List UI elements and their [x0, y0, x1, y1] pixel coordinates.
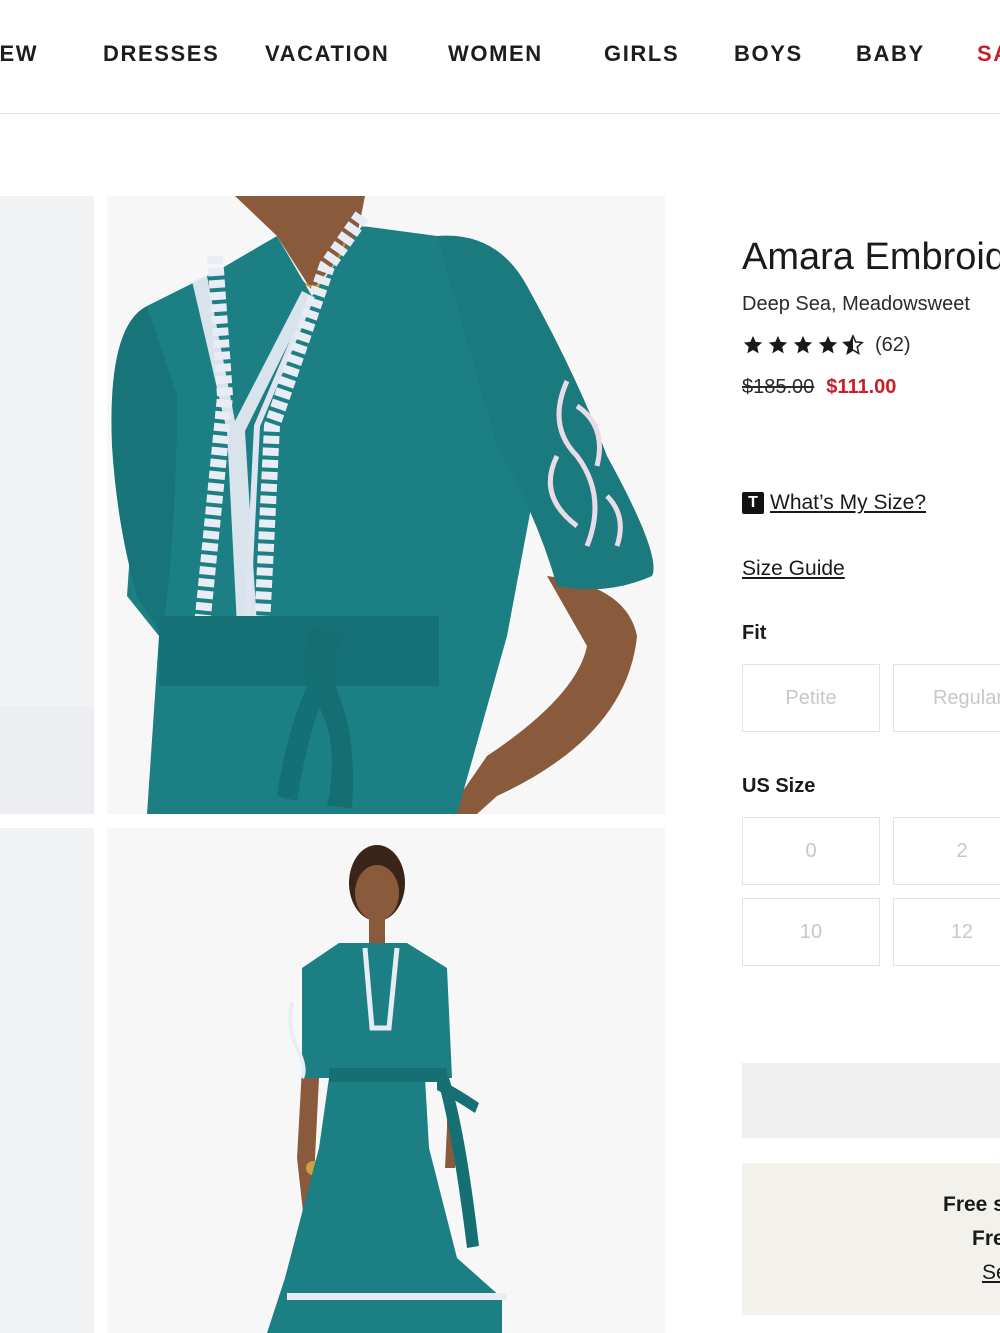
- nav-item-vacation[interactable]: VACATION: [265, 40, 389, 68]
- product-image-left-top[interactable]: [0, 196, 94, 814]
- product-title: Amara Embroidered: [742, 236, 1000, 278]
- us-size-label: US Size: [742, 775, 816, 797]
- nav-item-new[interactable]: NEW: [0, 40, 38, 68]
- fit-option-regular[interactable]: Regular: [893, 664, 1000, 732]
- nav-item-girls[interactable]: GIRLS: [604, 40, 679, 68]
- shipping-info-box: Free s Fre Se: [742, 1163, 1000, 1315]
- star-half-icon: [842, 334, 864, 355]
- fit-label: Fit: [742, 622, 767, 644]
- size-option-12[interactable]: 12: [893, 898, 1000, 966]
- shipping-line-1: Free s: [943, 1193, 1000, 1216]
- size-option-0[interactable]: 0: [742, 817, 880, 885]
- star-full-icon: [768, 335, 788, 354]
- product-rating[interactable]: (62): [742, 330, 911, 360]
- nav-item-women[interactable]: WOMEN: [448, 40, 543, 68]
- original-price: $185.00: [742, 376, 815, 398]
- product-image-full-body[interactable]: [107, 828, 665, 1333]
- shipping-details-link[interactable]: Se: [982, 1261, 1000, 1285]
- nav-item-dresses[interactable]: DRESSES: [103, 40, 219, 68]
- fit-option-petite[interactable]: Petite: [742, 664, 880, 732]
- sale-price: $111.00: [826, 376, 897, 398]
- whats-my-size-link[interactable]: T What’s My Size?: [742, 491, 926, 515]
- true-fit-icon: T: [742, 492, 764, 514]
- review-count[interactable]: (62): [875, 334, 911, 357]
- rating-stars: [742, 334, 867, 356]
- price-block: $185.00 $111.00: [742, 374, 896, 400]
- star-full-icon: [818, 335, 838, 354]
- add-to-bag-button[interactable]: [742, 1063, 1000, 1138]
- size-option-10[interactable]: 10: [742, 898, 880, 966]
- product-image-left-bottom[interactable]: [0, 828, 94, 1333]
- product-color-name: Deep Sea, Meadowsweet: [742, 293, 970, 315]
- star-full-icon: [793, 335, 813, 354]
- whats-my-size-label: What’s My Size?: [770, 491, 926, 514]
- product-image-closeup[interactable]: [107, 196, 665, 814]
- size-guide-link[interactable]: Size Guide: [742, 557, 845, 581]
- size-option-2[interactable]: 2: [893, 817, 1000, 885]
- star-full-icon: [743, 335, 763, 354]
- shipping-line-2: Fre: [972, 1227, 1000, 1250]
- product-info-panel: Amara Embroidered Deep Sea, Meadowsweet …: [742, 0, 1000, 1333]
